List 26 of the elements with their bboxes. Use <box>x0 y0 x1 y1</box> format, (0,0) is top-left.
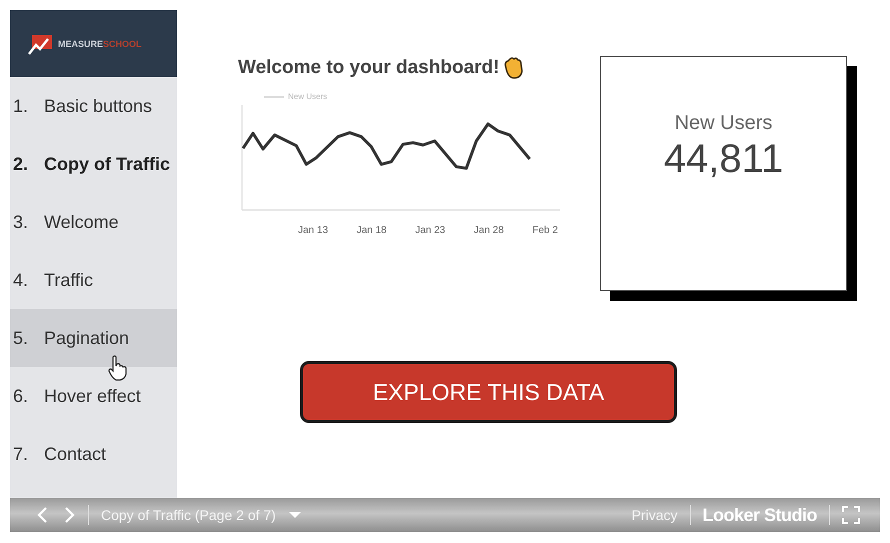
explore-data-button[interactable]: EXPLORE THIS DATA <box>300 361 677 423</box>
axis-label: Jan 28 <box>474 225 504 236</box>
axis-label: Jan 13 <box>298 225 328 236</box>
page-nav-item[interactable]: 2. Copy of Traffic <box>10 135 177 193</box>
page-nav-item[interactable]: 1. Basic buttons <box>10 77 177 135</box>
page-nav-item[interactable]: 4. Traffic <box>10 251 177 309</box>
previous-page-icon[interactable] <box>36 506 50 524</box>
page-nav-item[interactable]: 3. Welcome <box>10 193 177 251</box>
next-page-icon[interactable] <box>62 506 76 524</box>
hand-pointer-icon <box>107 355 129 381</box>
legend-label: New Users <box>288 92 328 101</box>
chart-logo-icon <box>28 32 54 54</box>
page-nav-item[interactable]: 7. Contact <box>10 425 177 483</box>
page-nav-item[interactable]: 6. Hover effect <box>10 367 177 425</box>
dashboard-heading: Welcome to your dashboard! <box>238 57 500 79</box>
scorecard-value: 44,811 <box>664 137 784 182</box>
legend-line-icon <box>264 96 284 98</box>
axis-label: Jan 23 <box>415 225 446 236</box>
brand-name: Looker Studio <box>702 504 817 526</box>
scorecard-label: New Users <box>674 112 772 135</box>
fullscreen-icon[interactable] <box>842 506 860 524</box>
axis-label: Feb 2 <box>532 225 558 236</box>
dropdown-caret-icon[interactable] <box>288 511 302 519</box>
logo-text: MEASURESCHOOL <box>58 38 142 48</box>
axis-label: Jan 18 <box>356 225 387 236</box>
page-nav-item[interactable]: 5. Pagination <box>10 309 177 367</box>
